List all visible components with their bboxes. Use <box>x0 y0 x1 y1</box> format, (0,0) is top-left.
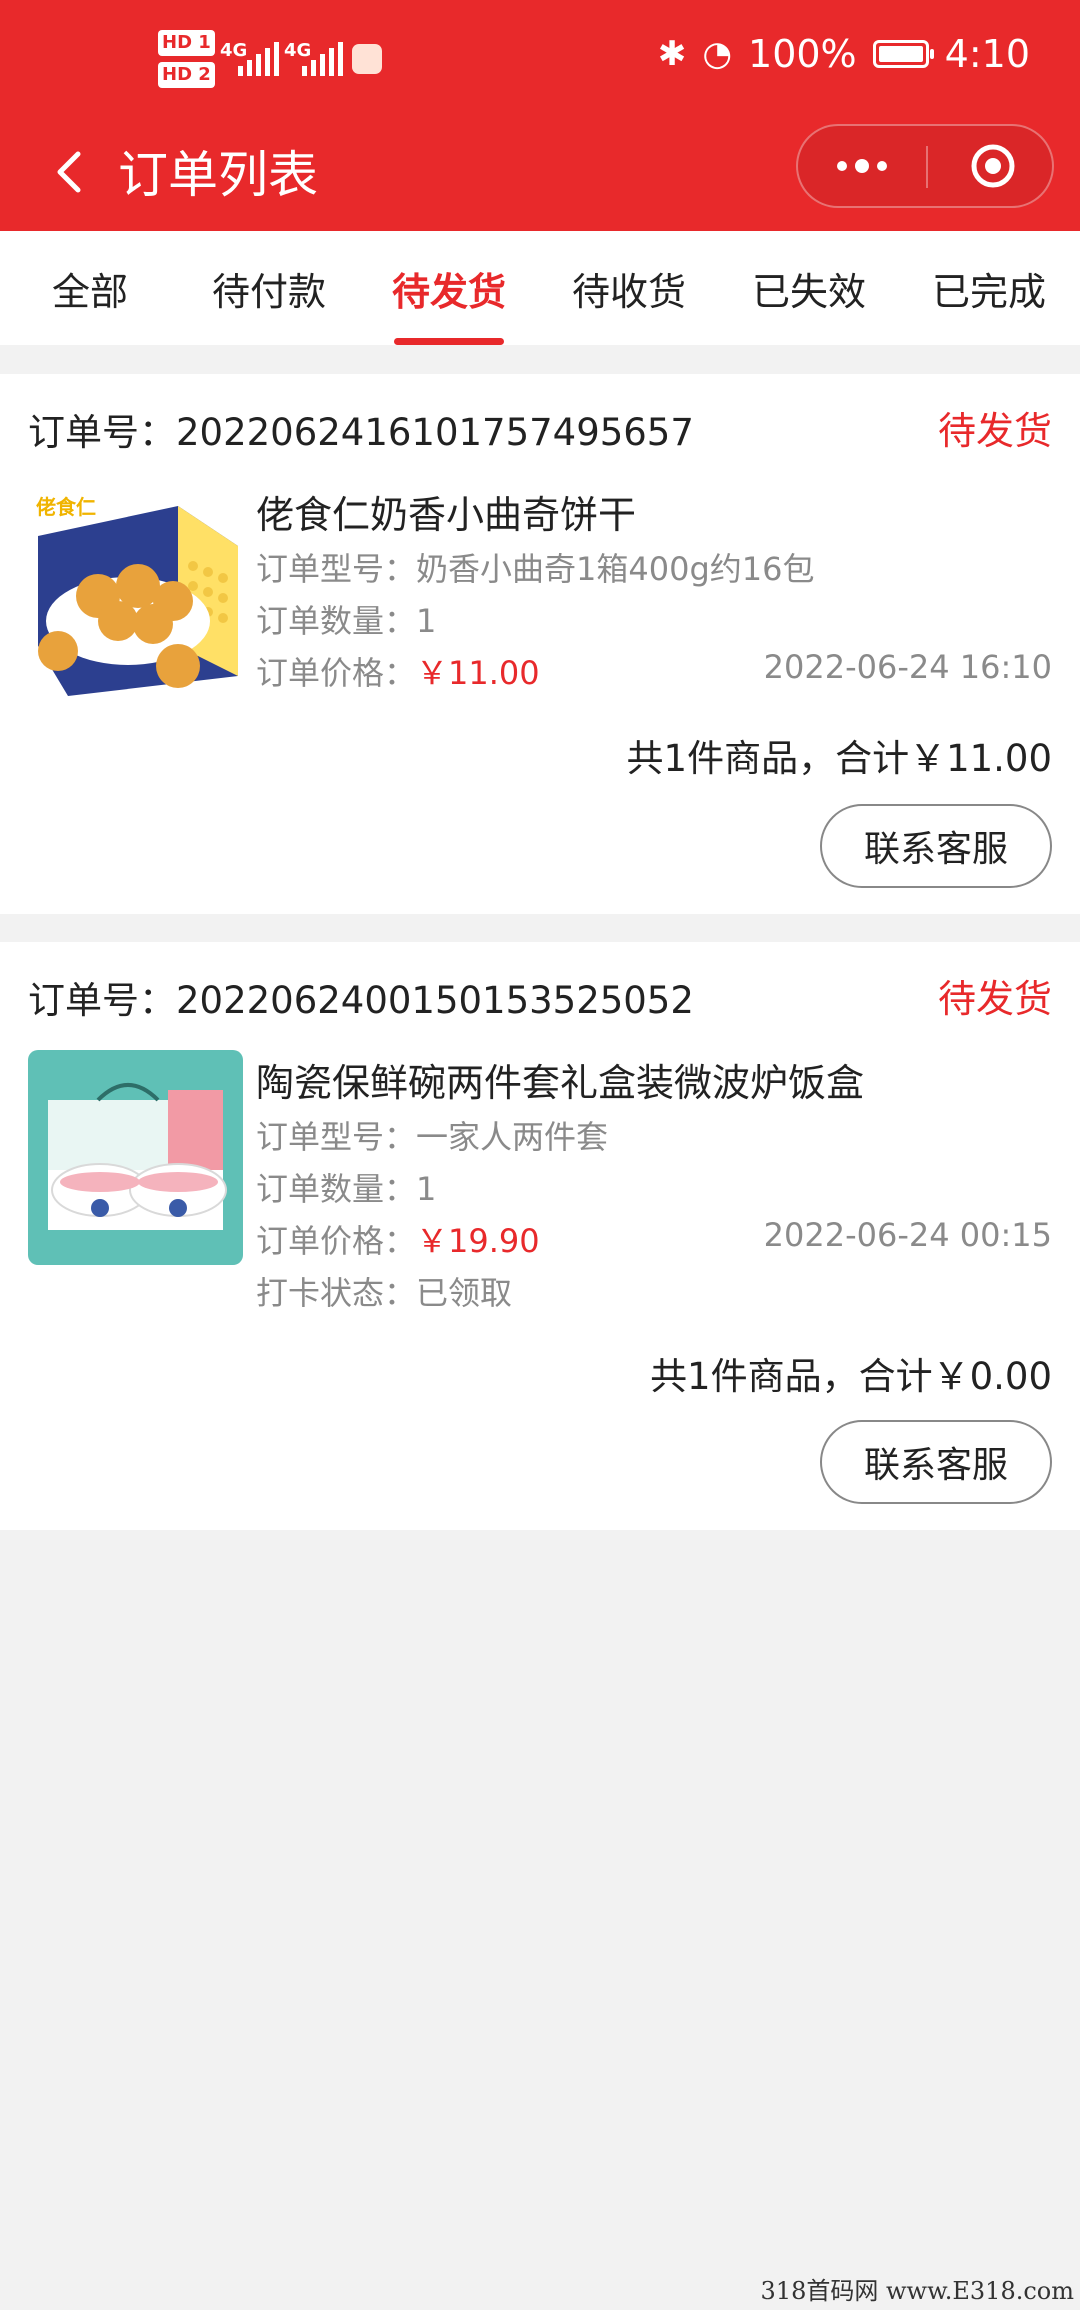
order-date: 2022-06-24 00:15 <box>763 1216 1052 1254</box>
product-thumbnail-bowls[interactable] <box>28 1050 243 1265</box>
nav-bar: 订单列表 <box>0 120 1080 231</box>
watermark-text: 318首码网 www.E318.com <box>760 2277 1074 2305</box>
order-price-label: 订单价格： <box>256 1222 417 1260</box>
order-quantity-label: 订单数量： <box>256 602 417 640</box>
tab-pending-shipment[interactable]: 待发货 <box>392 261 506 316</box>
order-model: 订单型号：一家人两件套 <box>256 1112 608 1158</box>
tab-all[interactable]: 全部 <box>52 261 128 316</box>
order-model-value: 一家人两件套 <box>416 1118 609 1156</box>
battery-icon <box>872 40 934 68</box>
order-card: 订单号：2022062416101757495657 待发货 佬食仁 佬食仁奶香… <box>0 374 1080 914</box>
speed-gauge-icon: ◔ <box>702 34 733 74</box>
order-total: 共1件商品，合计￥0.00 <box>650 1355 1052 1398</box>
tab-completed[interactable]: 已完成 <box>932 261 1046 316</box>
order-status: 待发货 <box>937 409 1052 453</box>
order-price-value: ￥11.00 <box>416 654 540 692</box>
tab-pending-receipt[interactable]: 待收货 <box>572 261 686 316</box>
order-total: 共1件商品，合计￥11.00 <box>626 737 1052 780</box>
order-quantity-value: 1 <box>416 1170 437 1208</box>
status-bar: HD 1 HD 2 4G 4G ✱ ◔ 100% 4:10 <box>0 0 1080 120</box>
thumbnail-brand: 佬食仁 <box>36 495 96 519</box>
checkin-status-label: 打卡状态： <box>256 1274 417 1312</box>
product-name[interactable]: 佬食仁奶香小曲奇饼干 <box>256 484 636 539</box>
order-card: 订单号：2022062400150153525052 待发货 陶瓷保鲜碗两件套礼… <box>0 942 1080 1530</box>
order-quantity: 订单数量：1 <box>256 1164 436 1210</box>
order-price: 订单价格：￥11.00 <box>256 648 540 694</box>
page-title: 订单列表 <box>118 146 318 204</box>
order-price: 订单价格：￥19.90 <box>256 1216 540 1262</box>
order-quantity-value: 1 <box>416 602 437 640</box>
capsule-divider <box>926 146 928 188</box>
active-tab-indicator <box>394 338 504 345</box>
order-model-label: 订单型号： <box>256 1118 417 1156</box>
order-date: 2022-06-24 16:10 <box>763 648 1052 686</box>
order-number-value: 2022062416101757495657 <box>176 411 694 454</box>
order-quantity: 订单数量：1 <box>256 596 436 642</box>
contact-service-button[interactable]: 联系客服 <box>820 804 1052 888</box>
order-price-value: ￥19.90 <box>416 1222 540 1260</box>
checkin-status: 打卡状态：已领取 <box>256 1268 512 1314</box>
sim-indicators: HD 1 HD 2 <box>158 30 215 94</box>
sim1-badge: HD 1 <box>158 30 215 56</box>
battery-percent: 100% <box>748 32 857 76</box>
status-right: ✱ ◔ 100% 4:10 <box>658 32 1030 76</box>
signal-bars-2-icon <box>302 42 343 76</box>
bluetooth-icon: ✱ <box>657 34 687 74</box>
order-number-label: 订单号： <box>28 411 176 454</box>
clock: 4:10 <box>944 32 1030 76</box>
order-status: 待发货 <box>937 977 1052 1021</box>
tab-pending-payment[interactable]: 待付款 <box>212 261 326 316</box>
order-model-label: 订单型号： <box>256 550 417 588</box>
tab-expired[interactable]: 已失效 <box>752 261 866 316</box>
order-price-label: 订单价格： <box>256 654 417 692</box>
order-number: 订单号：2022062416101757495657 <box>28 402 694 456</box>
app-notification-icon <box>352 44 382 74</box>
product-thumbnail-cookies[interactable]: 佬食仁 <box>28 486 243 701</box>
order-status-tabs: 全部 待付款 待发货 待收货 已失效 已完成 <box>0 231 1080 345</box>
order-model: 订单型号：奶香小曲奇1箱400g约16包 <box>256 544 815 590</box>
signal-bars-icon <box>238 42 279 76</box>
contact-service-button[interactable]: 联系客服 <box>820 1420 1052 1504</box>
more-dots-icon[interactable] <box>798 126 926 206</box>
order-model-value: 奶香小曲奇1箱400g约16包 <box>416 550 815 588</box>
product-name[interactable]: 陶瓷保鲜碗两件套礼盒装微波炉饭盒 <box>256 1052 864 1107</box>
target-circle-icon[interactable] <box>970 143 1016 189</box>
order-number-label: 订单号： <box>28 979 176 1022</box>
mini-program-capsule <box>796 124 1054 208</box>
checkin-status-value: 已领取 <box>416 1274 513 1312</box>
chevron-left-icon[interactable] <box>40 142 100 202</box>
sim2-badge: HD 2 <box>158 62 215 88</box>
order-quantity-label: 订单数量： <box>256 1170 417 1208</box>
header-bar: HD 1 HD 2 4G 4G ✱ ◔ 100% 4:10 订单列表 <box>0 0 1080 231</box>
order-number: 订单号：2022062400150153525052 <box>28 970 694 1024</box>
order-number-value: 2022062400150153525052 <box>176 979 694 1022</box>
